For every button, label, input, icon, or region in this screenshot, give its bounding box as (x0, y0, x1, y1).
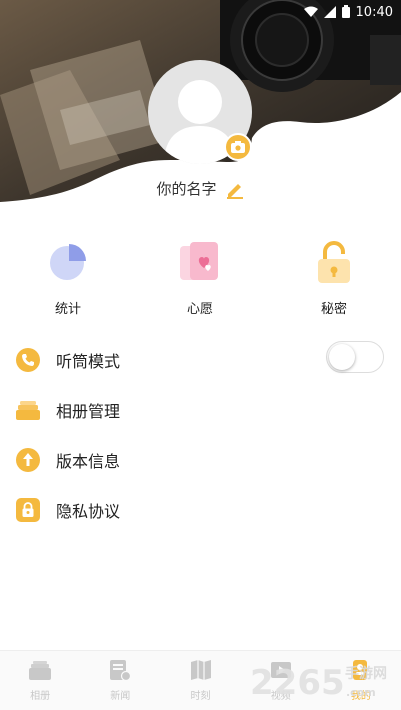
status-bar: 10:40 (0, 0, 401, 24)
tab-label: 相册 (30, 691, 51, 702)
settings-menu: 听筒模式 相册管理 版本信息 隐私协议 (0, 335, 401, 535)
menu-item-privacy-policy[interactable]: 隐私协议 (0, 485, 401, 535)
wifi-icon (303, 3, 318, 22)
signal-icon (323, 3, 336, 22)
moments-tab-icon (190, 660, 211, 680)
shortcut-secrets[interactable]: 秘密 (294, 240, 374, 317)
menu-item-label: 听筒模式 (56, 352, 121, 371)
earpiece-mode-toggle[interactable] (326, 341, 384, 373)
upload-arrow-icon (16, 448, 40, 472)
phone-icon (16, 348, 40, 372)
tab-news[interactable]: 新闻 (80, 651, 160, 710)
site-watermark-logo: 2265 手游网 .com (250, 663, 387, 703)
menu-item-label: 相册管理 (56, 402, 121, 421)
shortcut-row: 统计 心愿 秘密 (0, 240, 401, 320)
album-tab-icon (29, 661, 52, 680)
tab-label: 新闻 (110, 691, 131, 702)
tab-label: 时刻 (190, 691, 211, 702)
toggle-knob (329, 344, 355, 370)
news-tab-icon (110, 660, 132, 681)
shortcut-statistics[interactable]: 统计 (28, 240, 108, 317)
privacy-lock-icon (16, 498, 40, 522)
edit-name-button[interactable] (225, 179, 245, 199)
svg-text:2265: 2265 (250, 663, 345, 703)
menu-item-earpiece-mode[interactable]: 听筒模式 (0, 335, 401, 385)
status-clock: 10:40 (355, 5, 393, 20)
svg-text:.com: .com (346, 686, 376, 699)
menu-item-album-management[interactable]: 相册管理 (0, 385, 401, 435)
shortcut-label: 统计 (54, 302, 81, 317)
tab-moments[interactable]: 时刻 (160, 651, 240, 710)
pencil-icon (226, 183, 243, 199)
shortcut-wishes[interactable]: 心愿 (160, 240, 240, 317)
menu-item-label: 版本信息 (56, 452, 121, 471)
padlock-icon (312, 240, 356, 284)
camera-icon (231, 141, 245, 153)
pie-chart-icon (46, 240, 90, 284)
username-label: 你的名字 (156, 180, 217, 198)
menu-item-version-info[interactable]: 版本信息 (0, 435, 401, 485)
battery-icon (341, 3, 350, 22)
tab-album[interactable]: 相册 (0, 651, 80, 710)
menu-item-label: 隐私协议 (56, 502, 121, 521)
change-avatar-button[interactable] (224, 133, 252, 161)
album-stack-icon (16, 398, 40, 422)
shortcut-label: 秘密 (320, 302, 347, 317)
svg-text:手游网: 手游网 (345, 665, 387, 682)
heart-card-icon (178, 240, 222, 284)
shortcut-label: 心愿 (186, 302, 213, 317)
